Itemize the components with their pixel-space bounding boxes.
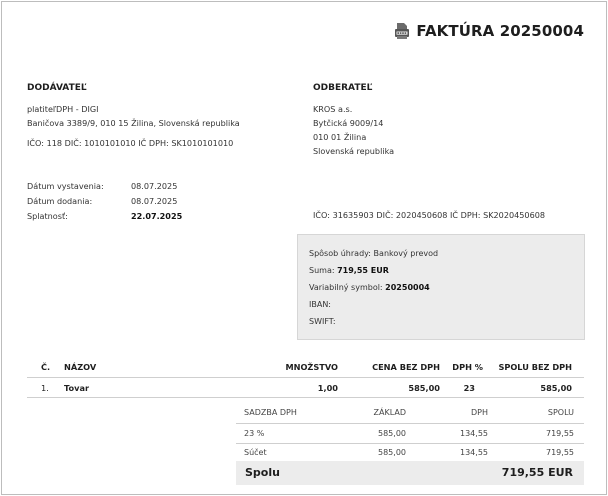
customer-country: Slovenská republika <box>313 146 395 156</box>
items-header-divider <box>27 377 584 378</box>
supplier-name: platiteľDPH - DIGI <box>27 104 99 114</box>
vat-header-base: ZÁKLAD <box>373 408 406 417</box>
invoice-header: FAKTÚRA 20250004 <box>394 22 584 40</box>
item-price: 585,00 <box>408 383 440 393</box>
total-value: 719,55 EUR <box>501 466 573 479</box>
customer-ids: IČO: 31635903 DIČ: 2020450608 IČ DPH: SK… <box>313 210 546 220</box>
payment-method-line: Spôsob úhrady: Bankový prevod <box>309 249 438 258</box>
items-header-name: NÁZOV <box>64 362 97 372</box>
item-total: 585,00 <box>540 383 572 393</box>
variable-symbol-value: 20250004 <box>385 283 430 292</box>
customer-street: Bytčická 9009/14 <box>313 118 384 128</box>
items-row-divider <box>27 397 584 398</box>
payment-info-box: Spôsob úhrady: Bankový prevod Suma: 719,… <box>297 234 585 340</box>
items-header-total: SPOLU BEZ DPH <box>498 362 572 372</box>
invoice-title: FAKTÚRA 20250004 <box>416 22 584 40</box>
vat-header-divider <box>236 423 584 424</box>
payment-sum-label: Suma: <box>309 266 335 275</box>
vat-header-vat: DPH <box>471 408 488 417</box>
vat-sum-total: 719,55 <box>546 448 574 457</box>
date-label-issue: Dátum vystavenia: <box>27 181 104 191</box>
vat-sum-label: Súčet <box>244 448 267 457</box>
vat-row-base: 585,00 <box>378 429 406 438</box>
iban-label: IBAN: <box>309 300 331 309</box>
item-vat: 23 <box>463 383 475 393</box>
payment-method-label: Spôsob úhrady: <box>309 249 371 258</box>
swift-label: SWIFT: <box>309 317 336 326</box>
date-value-issue: 08.07.2025 <box>131 181 178 191</box>
variable-symbol-line: Variabilný symbol: 20250004 <box>309 283 430 292</box>
items-header-qty: MNOŽSTVO <box>285 362 338 372</box>
customer-name: KROS a.s. <box>313 104 353 114</box>
payment-method-value: Bankový prevod <box>373 249 439 258</box>
supplier-heading: DODÁVATEĽ <box>27 83 87 93</box>
vat-sum-vat: 134,55 <box>460 448 488 457</box>
total-label: Spolu <box>245 466 280 479</box>
vat-row-total: 719,55 <box>546 429 574 438</box>
item-name: Tovar <box>64 383 90 393</box>
items-header-no: Č. <box>41 362 51 372</box>
customer-city: 010 01 Žilina <box>313 132 367 142</box>
item-no: 1. <box>41 383 49 393</box>
vat-header-rate: SADZBA DPH <box>244 408 297 417</box>
payment-sum-line: Suma: 719,55 EUR <box>309 266 389 275</box>
variable-symbol-label: Variabilný symbol: <box>309 283 383 292</box>
date-label-due: Splatnosť: <box>27 211 68 221</box>
supplier-address: Baničova 3389/9, 010 15 Žilina, Slovensk… <box>27 118 240 128</box>
document-icon <box>395 23 410 39</box>
supplier-ids: IČO: 118 DIČ: 1010101010 IČ DPH: SK10101… <box>27 138 234 148</box>
vat-row-vat: 134,55 <box>460 429 488 438</box>
vat-header-total: SPOLU <box>547 408 574 417</box>
payment-sum-value: 719,55 EUR <box>337 266 389 275</box>
items-header-vat: DPH % <box>452 362 483 372</box>
vat-row-divider <box>236 443 584 444</box>
item-qty: 1,00 <box>317 383 338 393</box>
date-value-delivery: 08.07.2025 <box>131 196 178 206</box>
customer-heading: ODBERATEĽ <box>313 83 373 93</box>
vat-sum-base: 585,00 <box>378 448 406 457</box>
date-label-delivery: Dátum dodania: <box>27 196 93 206</box>
items-header-price: CENA BEZ DPH <box>372 362 440 372</box>
date-value-due: 22.07.2025 <box>131 211 183 221</box>
vat-row-rate: 23 % <box>244 429 265 438</box>
